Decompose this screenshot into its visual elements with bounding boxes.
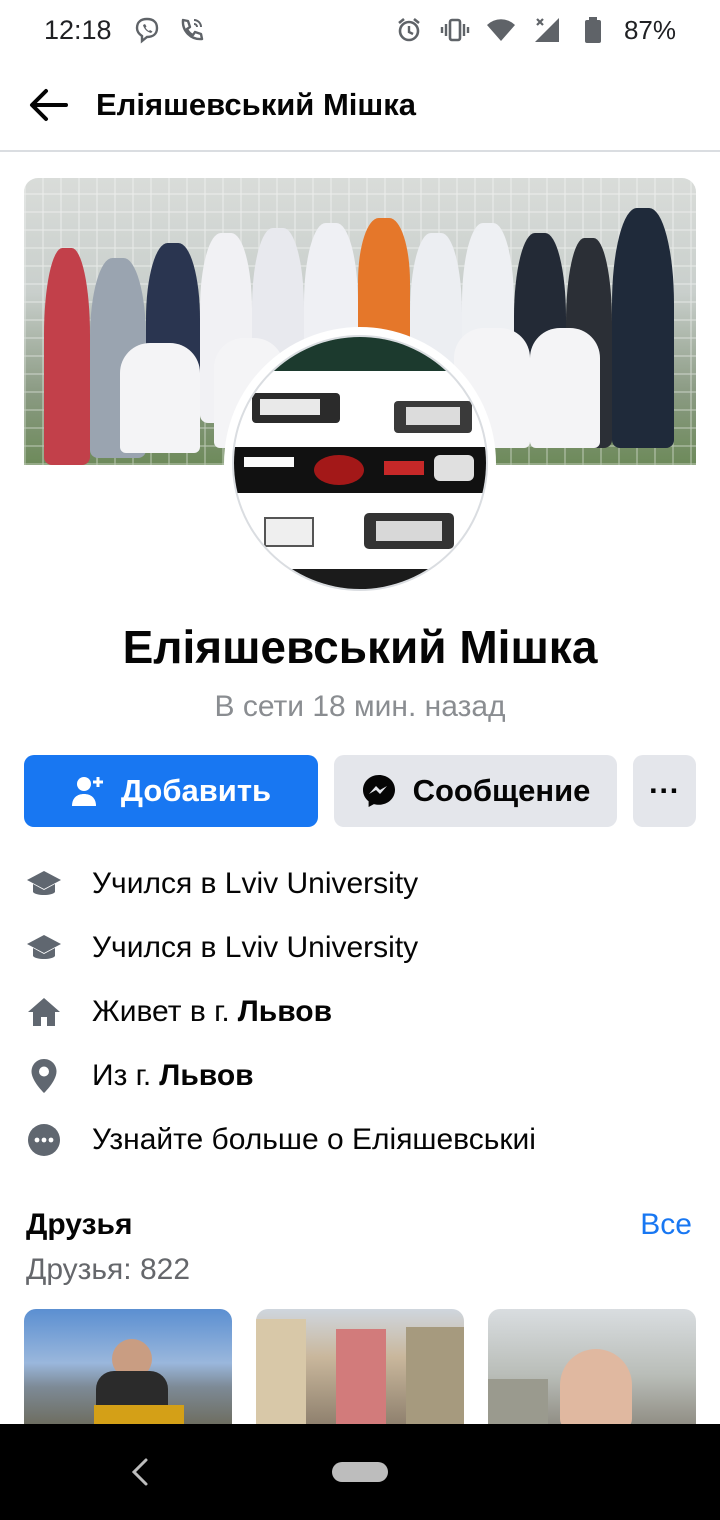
info-row-education[interactable]: Учился в Lviv University: [24, 916, 696, 980]
info-city[interactable]: Львов: [238, 995, 332, 1029]
battery-percent: 87%: [623, 14, 676, 45]
home-icon: [24, 992, 64, 1032]
info-text: Из г.: [92, 1059, 152, 1092]
messenger-icon: [361, 773, 397, 809]
nav-back-icon[interactable]: [128, 1454, 152, 1490]
cover-person: [44, 248, 90, 465]
more-dots-icon: ···: [649, 773, 680, 808]
friend-photo[interactable]: [488, 1309, 696, 1429]
status-bar: 12:18 87%: [0, 0, 720, 60]
cover-person: [120, 343, 200, 453]
avatar-image: [232, 335, 488, 591]
cover-person: [530, 328, 600, 448]
more-options-button[interactable]: ···: [633, 755, 696, 827]
back-arrow-icon: [30, 89, 68, 121]
education-icon: [24, 928, 64, 968]
see-all-friends-link[interactable]: Все: [640, 1208, 692, 1242]
info-text: Живет в г.: [92, 995, 230, 1028]
message-button[interactable]: Сообщение: [334, 755, 617, 827]
app-bar: Еліяшевський Мішка: [0, 60, 720, 152]
add-friend-button[interactable]: Добавить: [24, 755, 318, 827]
info-row-see-more[interactable]: Узнайте больше о Еліяшевськиі: [24, 1108, 696, 1172]
friends-section-title: Друзья: [26, 1208, 133, 1241]
more-circle-icon: [24, 1120, 64, 1160]
message-label: Сообщение: [412, 773, 591, 808]
info-row-from[interactable]: Из г. Львов: [24, 1044, 696, 1108]
friend-photo[interactable]: [256, 1309, 464, 1429]
page-title: Еліяшевський Мішка: [96, 87, 417, 122]
info-city[interactable]: Львов: [159, 1059, 253, 1093]
location-icon: [24, 1056, 64, 1096]
phone-icon: [176, 15, 206, 45]
status-time: 12:18: [44, 14, 112, 45]
battery-icon: [578, 15, 608, 45]
info-row-lives-in[interactable]: Живет в г. Львов: [24, 980, 696, 1044]
add-person-icon: [71, 774, 105, 808]
add-friend-label: Добавить: [120, 773, 272, 808]
info-text: Учился в Lviv University: [92, 931, 419, 964]
signal-icon: [532, 15, 562, 45]
info-text: Учился в Lviv University: [92, 867, 419, 900]
profile-info-list: Учился в Lviv University Учился в Lviv U…: [24, 852, 696, 1172]
nav-home-pill[interactable]: [332, 1462, 388, 1482]
profile-avatar[interactable]: [224, 327, 496, 599]
friend-photo[interactable]: [24, 1309, 232, 1429]
viber-icon: [132, 15, 162, 45]
education-icon: [24, 864, 64, 904]
friends-count: Друзья: 822: [26, 1253, 191, 1286]
back-button[interactable]: [0, 59, 96, 151]
system-nav-bar: [0, 1424, 720, 1520]
profile-name: Еліяшевський Мішка: [122, 621, 598, 673]
cover-person: [612, 208, 674, 448]
vibrate-icon: [440, 15, 470, 45]
wifi-icon: [486, 15, 516, 45]
alarm-icon: [394, 15, 424, 45]
info-text: Узнайте больше о Еліяшевськиі: [92, 1123, 536, 1156]
info-row-education[interactable]: Учился в Lviv University: [24, 852, 696, 916]
online-status: В сети 18 мин. назад: [214, 690, 506, 723]
